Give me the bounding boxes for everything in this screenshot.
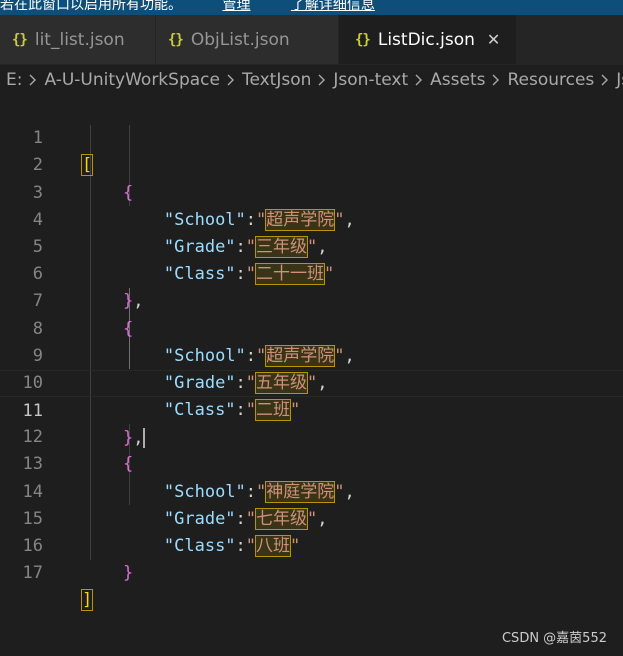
code-line: 15 "Class":"八班" [0,479,623,558]
json-file-icon: {} [12,31,28,48]
breadcrumb-item-assets[interactable]: Assets [430,70,485,90]
code-line: 5 "Class":"二十一班" [0,207,623,286]
tab-label: lit_list.json [34,29,125,50]
code-line: 17 ] [0,533,623,612]
chevron-right-icon [492,74,500,86]
chevron-right-icon [415,74,423,86]
tab-lit-list-json[interactable]: {} lit_list.json [0,15,156,64]
tab-objlist-json[interactable]: {} ObjList.json [156,15,339,64]
breadcrumb-item-json-text[interactable]: Json-text [333,70,408,90]
watermark: CSDN @嘉茵552 [501,631,607,646]
notification-text: 若在此窗口以启用所有功能。 [0,0,182,13]
json-file-icon: {} [355,31,371,48]
code-line: 1 [ [0,98,623,177]
chevron-right-icon [29,74,37,86]
close-icon[interactable]: ✕ [487,30,500,49]
manage-link[interactable]: 管理 [222,0,250,13]
array-close-bracket: ] [80,589,94,612]
code-line: 7 { [0,261,623,338]
code-line: 12 { [0,397,623,474]
breadcrumb-item-file[interactable]: Js [616,70,623,90]
chevron-right-icon [601,74,609,86]
code-editor[interactable]: 1 [ 2 { 3 "School":"超声学院", 4 "Grade":"三年… [0,95,623,612]
chevron-right-icon [227,74,235,86]
code-line: 8 "School":"超声学院", [0,288,623,367]
chevron-right-icon [318,74,326,86]
code-line: 6 }, [0,234,623,311]
object-close-brace: } [122,563,134,584]
tab-label: ListDic.json [377,29,475,50]
code-line: 13 "School":"神庭学院", [0,424,623,503]
code-line: 9 "Grade":"五年级", [0,316,623,394]
code-line: 4 "Grade":"三年级", [0,180,623,258]
tab-label: ObjList.json [190,29,290,50]
line-number: 17 [22,563,43,584]
code-line: 16 } [0,506,623,583]
notification-bar: 若在此窗口以启用所有功能。 管理 了解详细信息 [0,0,623,15]
code-line: 2 { [0,125,623,202]
breadcrumb-item-drive[interactable]: E: [6,70,22,90]
code-line: 3 "School":"超声学院", [0,152,623,231]
learn-more-link[interactable]: 了解详细信息 [291,0,375,13]
code-line: 14 "Grade":"七年级", [0,451,623,530]
breadcrumb-item-workspace[interactable]: A-U-UnityWorkSpace [44,70,220,90]
code-line: 10 "Class":"二班" [0,343,623,422]
breadcrumb-item-textjson[interactable]: TextJson [242,70,311,90]
breadcrumb: E: A-U-UnityWorkSpace TextJson Json-text… [0,65,623,95]
code-line-current: 11 }, [0,369,623,449]
editor-tabs: {} lit_list.json {} ObjList.json {} List… [0,15,623,65]
json-file-icon: {} [168,31,184,48]
tab-listdic-json[interactable]: {} ListDic.json ✕ [339,15,517,64]
breadcrumb-item-resources[interactable]: Resources [507,70,594,90]
